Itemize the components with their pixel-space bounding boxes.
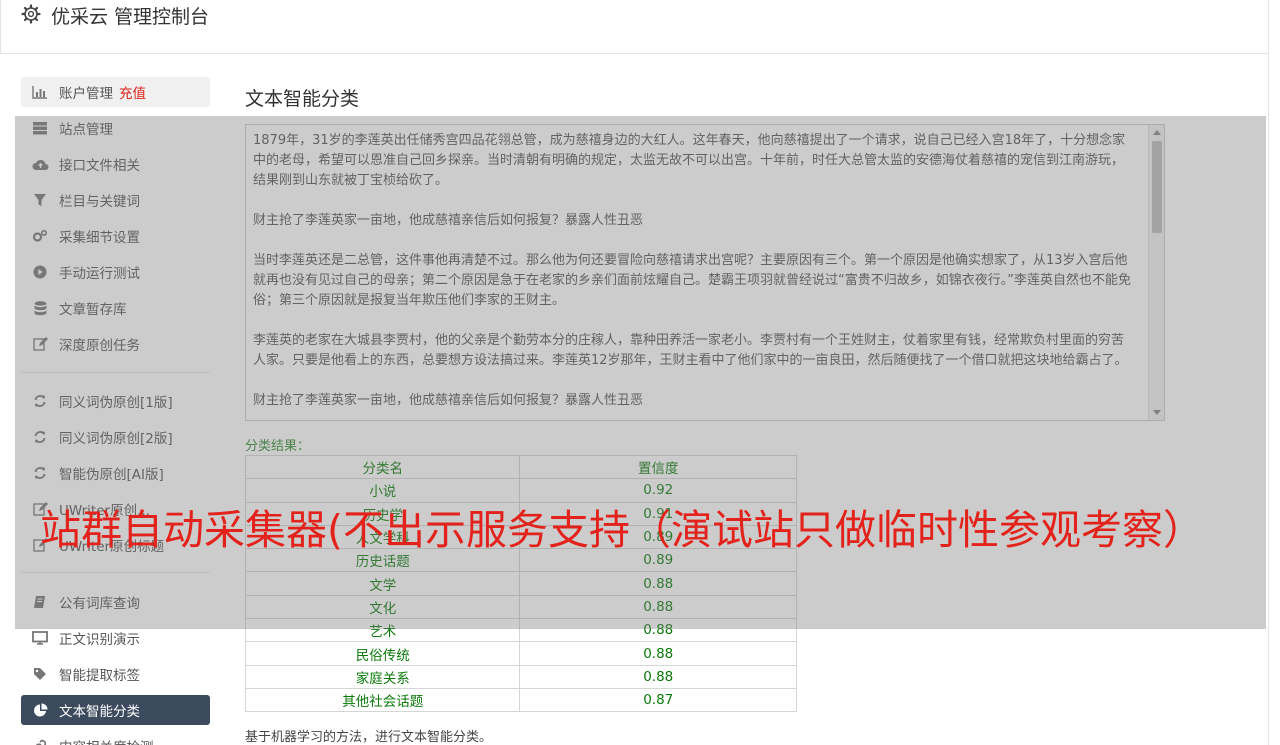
sidebar-item-label: 内容相关度检测 (59, 736, 154, 745)
table-row: 民俗传统 0.88 (244, 641, 797, 666)
right-edge (1268, 0, 1280, 745)
link-icon (31, 737, 49, 745)
sidebar-item-label: 账户管理 (59, 86, 113, 102)
console-title: 优采云 管理控制台 (51, 6, 210, 28)
recharge-link[interactable]: 充值 (119, 82, 146, 102)
sidebar-item-label: 正文识别演示 (59, 632, 140, 648)
confidence-cell: 0.88 (519, 641, 797, 666)
page-title: 文本智能分类 (245, 88, 360, 110)
confidence-cell: 0.88 (519, 664, 797, 689)
confidence-cell: 0.87 (519, 687, 797, 713)
sidebar-item-account[interactable]: 账户管理 充值 (21, 77, 210, 107)
sidebar-item-label: 智能提取标签 (59, 668, 140, 684)
category-cell: 民俗传统 (244, 641, 521, 666)
description-text: 基于机器学习的方法，进行文本智能分类。 (245, 730, 493, 745)
category-cell: 其他社会话题 (244, 687, 521, 713)
top-header: 优采云 管理控制台 (0, 0, 1268, 54)
table-row: 家庭关系 0.88 (244, 664, 797, 689)
bar-chart-icon (31, 83, 49, 101)
table-row: 其他社会话题 0.87 (244, 687, 797, 713)
gear-icon (21, 4, 41, 24)
sidebar-item-relevance-check[interactable]: 内容相关度检测 (21, 731, 210, 745)
sidebar-item-smart-tags[interactable]: 智能提取标签 (21, 659, 210, 689)
sidebar-item-label: 文本智能分类 (59, 704, 140, 720)
tag-icon (31, 665, 49, 683)
pie-chart-icon (31, 701, 49, 719)
category-cell: 家庭关系 (244, 664, 521, 689)
sidebar-item-text-classify[interactable]: 文本智能分类 (21, 695, 210, 725)
watermark-banner: 站群自动采集器(不出示服务支持（演试站只做临时性参观考察） (40, 506, 1204, 554)
monitor-icon (31, 629, 49, 647)
